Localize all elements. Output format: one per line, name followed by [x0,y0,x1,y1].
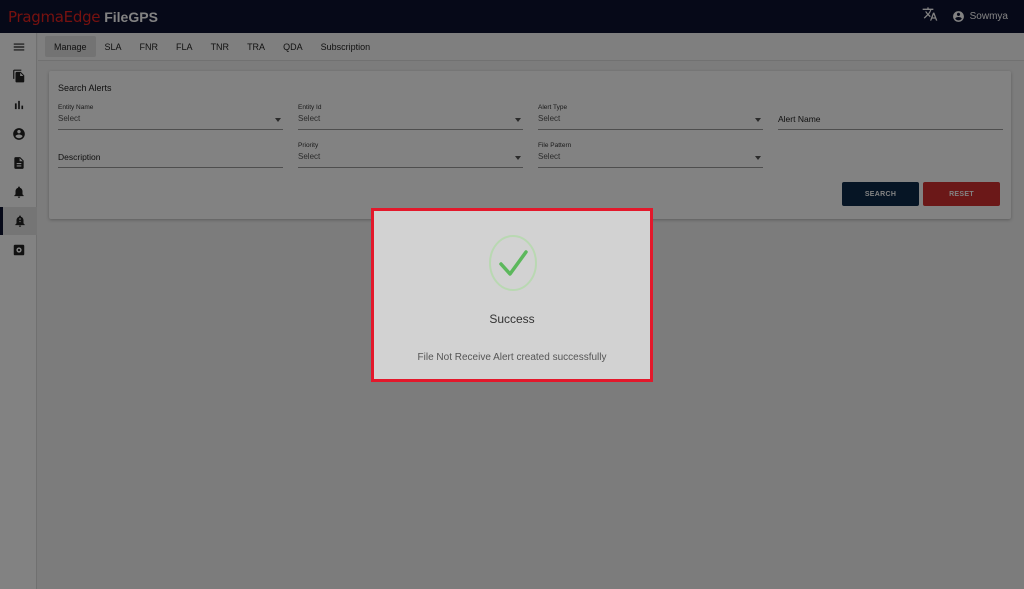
success-dialog: Success File Not Receive Alert created s… [371,208,653,382]
dialog-message: File Not Receive Alert created successfu… [417,352,607,363]
success-check-icon [489,235,537,291]
dialog-title: Success [489,312,535,326]
